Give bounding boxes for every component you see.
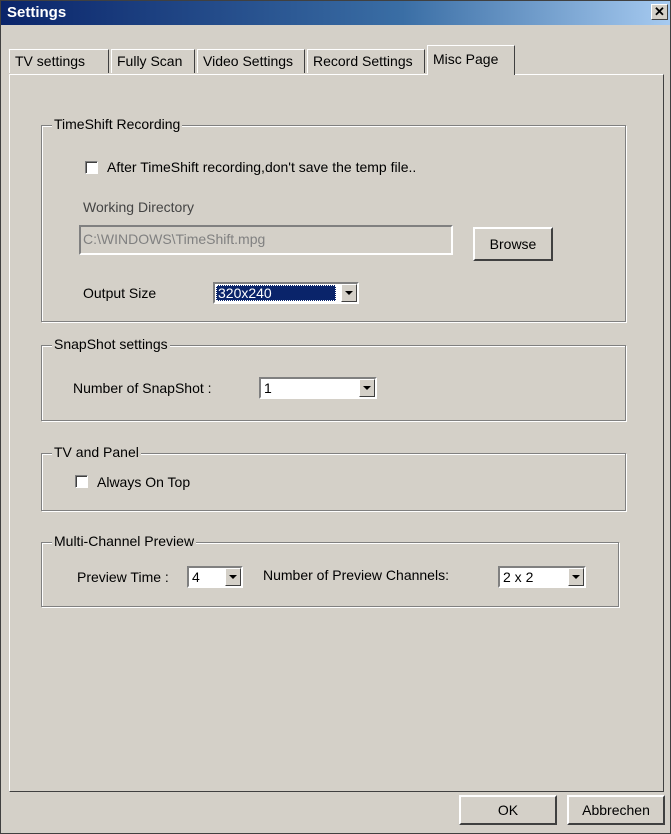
tab-fully-scan[interactable]: Fully Scan [111, 49, 195, 73]
snapshot-count-select[interactable]: 1 [259, 377, 377, 399]
chevron-down-icon[interactable] [359, 379, 375, 397]
browse-button[interactable]: Browse [473, 227, 553, 261]
working-directory-label: Working Directory [83, 199, 194, 215]
settings-window: Settings ✕ TV settings Fully Scan Video … [0, 0, 671, 834]
multi-channel-legend: Multi-Channel Preview [52, 533, 197, 549]
cancel-button[interactable]: Abbrechen [567, 795, 665, 825]
timeshift-legend: TimeShift Recording [52, 116, 183, 132]
working-directory-field: C:\WINDOWS\TimeShift.mpg [79, 225, 453, 255]
always-on-top-label: Always On Top [97, 474, 191, 490]
tab-video-settings[interactable]: Video Settings [197, 49, 305, 73]
snapshot-count-label: Number of SnapShot : [73, 380, 212, 396]
preview-channels-value: 2 x 2 [503, 569, 534, 585]
tv-panel-legend: TV and Panel [52, 444, 141, 460]
ok-button[interactable]: OK [459, 795, 557, 825]
preview-time-label: Preview Time : [77, 569, 169, 585]
chevron-down-icon[interactable] [568, 568, 584, 586]
dont-save-temp-checkbox[interactable] [85, 161, 98, 174]
close-button[interactable]: ✕ [651, 4, 668, 20]
preview-channels-select[interactable]: 2 x 2 [498, 566, 586, 588]
output-size-value: 320x240 [216, 285, 336, 301]
tab-tv-settings[interactable]: TV settings [9, 49, 109, 73]
dont-save-temp-label: After TimeShift recording,don't save the… [107, 159, 417, 175]
chevron-down-icon[interactable] [225, 568, 241, 586]
close-icon: ✕ [654, 4, 665, 19]
tab-misc-page[interactable]: Misc Page [427, 45, 515, 75]
title-bar[interactable]: Settings ✕ [1, 1, 670, 25]
preview-time-select[interactable]: 4 [187, 566, 243, 588]
output-size-select[interactable]: 320x240 [213, 282, 359, 304]
window-title: Settings [7, 4, 67, 21]
chevron-down-icon[interactable] [341, 284, 357, 302]
preview-time-value: 4 [192, 569, 200, 585]
snapshot-legend: SnapShot settings [52, 336, 170, 352]
always-on-top-checkbox[interactable] [75, 475, 88, 488]
snapshot-count-value: 1 [264, 380, 272, 396]
output-size-label: Output Size [83, 285, 157, 301]
preview-channels-label: Number of Preview Channels: [263, 567, 449, 583]
tab-record-settings[interactable]: Record Settings [307, 49, 425, 73]
